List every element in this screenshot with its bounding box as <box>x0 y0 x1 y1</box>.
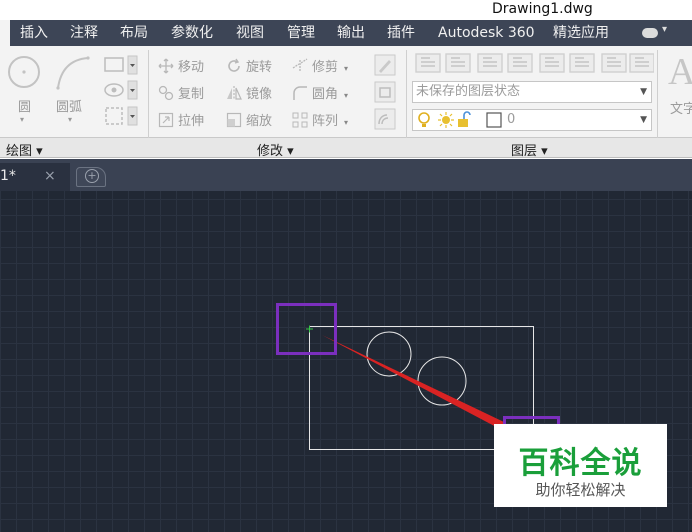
arc-tool-button[interactable]: 圆弧 ▾ <box>52 52 96 126</box>
explode-tool-button[interactable] <box>374 81 396 103</box>
copy-icon <box>158 85 174 101</box>
text-icon: A <box>668 51 692 93</box>
tab-insert[interactable]: 插入 <box>20 20 48 46</box>
chevron-down-icon: ▼ <box>640 115 647 125</box>
rotate-tool-button[interactable]: 旋转 <box>226 56 273 75</box>
tab-autodesk-360[interactable]: Autodesk 360 <box>438 20 535 46</box>
layers-panel-title[interactable]: 图层 ▾ <box>511 140 548 159</box>
document-tab[interactable]: 1* × <box>0 163 70 191</box>
erase-tool-button[interactable] <box>374 54 396 76</box>
fillet-icon <box>293 86 307 100</box>
tab-layout[interactable]: 布局 <box>120 20 148 46</box>
copy-tool-button[interactable]: 复制 <box>158 83 205 102</box>
fillet-label: 圆角 <box>312 87 339 102</box>
hatch-tool-button[interactable] <box>103 79 139 101</box>
trim-label: 修剪 <box>312 60 339 75</box>
array-label: 阵列 <box>312 114 339 129</box>
modify-panel-title[interactable]: 修改 ▾ <box>257 140 294 159</box>
array-tool-button[interactable]: 阵列 ▾ <box>292 110 349 129</box>
tab-annotate[interactable]: 注释 <box>70 20 98 46</box>
explode-icon <box>374 81 396 103</box>
boundary-icon <box>105 106 138 126</box>
new-tab-button[interactable]: + <box>76 167 106 187</box>
rotate-label: 旋转 <box>246 60 273 75</box>
move-tool-button[interactable]: 移动 <box>158 56 205 75</box>
scale-label: 缩放 <box>246 114 273 129</box>
circle-label: 圆 <box>18 100 32 115</box>
ribbon-tab-bar: 插入 注释 布局 参数化 视图 管理 输出 插件 Autodesk 360 精选… <box>0 20 692 46</box>
chevron-down-icon: ▾ <box>344 118 349 127</box>
tab-view[interactable]: 视图 <box>236 20 264 46</box>
layer-tools-icons <box>415 53 655 73</box>
offset-icon <box>374 108 396 130</box>
chevron-down-icon: ▾ <box>344 64 349 73</box>
copy-label: 复制 <box>178 87 205 102</box>
title-bar: Drawing1.dwg <box>0 0 692 20</box>
plus-icon: + <box>85 169 99 183</box>
tab-parametric[interactable]: 参数化 <box>171 20 213 46</box>
rotate-icon <box>228 58 240 72</box>
watermark-badge: 百科全说 助你轻松解决 <box>494 424 667 507</box>
circle-icon <box>8 56 40 88</box>
chevron-down-icon: ▾ <box>20 115 25 124</box>
tab-home[interactable] <box>0 20 10 46</box>
offset-tool-button[interactable] <box>374 108 396 130</box>
watermark-title: 百科全说 <box>518 446 643 481</box>
layer-status-icons <box>418 111 502 128</box>
stretch-icon <box>158 112 174 128</box>
move-icon <box>158 58 174 74</box>
layer-tools-row <box>414 52 655 74</box>
trim-tool-button[interactable]: 修剪 ▾ <box>292 56 349 75</box>
scale-tool-button[interactable]: 缩放 <box>226 110 273 129</box>
chevron-down-icon: ▾ <box>344 91 349 100</box>
mirror-tool-button[interactable]: 镜像 <box>226 83 273 102</box>
tab-manage[interactable]: 管理 <box>287 20 315 46</box>
layer-state-value: 未保存的图层状态 <box>416 84 521 99</box>
stretch-tool-button[interactable]: 拉伸 <box>158 110 205 129</box>
mirror-label: 镜像 <box>246 87 273 102</box>
layer-dropdown[interactable]: 0 ▼ <box>412 109 652 131</box>
arc-label: 圆弧 <box>56 100 83 115</box>
ribbon-toggle-icon <box>642 28 658 38</box>
circle-tool-button[interactable]: 圆 ▾ <box>4 52 44 126</box>
hatch-icon <box>104 80 138 100</box>
layer-state-dropdown[interactable]: 未保存的图层状态 ▼ <box>412 81 652 103</box>
close-icon[interactable]: × <box>44 168 56 184</box>
draw-panel-title[interactable]: 绘图 ▾ <box>6 140 43 159</box>
current-layer-value: 0 <box>507 112 516 127</box>
trim-icon <box>292 58 308 72</box>
document-tab-bar: 1* × + <box>0 159 692 191</box>
fillet-tool-button[interactable]: 圆角 ▾ <box>292 83 349 102</box>
stretch-label: 拉伸 <box>178 114 205 129</box>
chevron-down-icon: ▾ <box>68 115 73 124</box>
boundary-tool-button[interactable] <box>103 105 139 127</box>
ribbon-panel-titles: 绘图 ▾ 修改 ▾ 图层 ▾ <box>0 138 692 159</box>
chevron-down-icon: ▼ <box>640 87 647 97</box>
ribbon-body: 圆 ▾ 圆弧 ▾ 移动 旋转 修剪 ▾ 复制 镜像 圆角 ▾ 拉伸 缩放 阵列 … <box>0 46 692 138</box>
move-label: 移动 <box>178 60 205 75</box>
window-title: Drawing1.dwg <box>492 1 593 17</box>
watermark-subtitle: 助你轻松解决 <box>535 481 626 499</box>
scale-icon <box>226 112 242 128</box>
document-tab-name: 1* <box>0 168 16 184</box>
text-label: 文字 <box>670 102 692 117</box>
erase-icon <box>374 54 396 76</box>
arc-icon <box>56 56 90 90</box>
tab-featured-apps[interactable]: 精选应用 <box>553 20 609 46</box>
arrow-annotation <box>322 335 506 429</box>
array-icon <box>292 112 308 128</box>
chevron-down-icon: ▾ <box>662 24 668 35</box>
mirror-icon <box>227 86 242 100</box>
rectangle-tool-button[interactable] <box>103 54 139 76</box>
tab-plugins[interactable]: 插件 <box>387 20 415 46</box>
ribbon-toggle-button[interactable]: ▾ <box>642 24 678 40</box>
text-tool-button[interactable]: A 文字 <box>664 50 692 120</box>
tab-output[interactable]: 输出 <box>337 20 365 46</box>
rectangle-icon <box>104 55 138 75</box>
